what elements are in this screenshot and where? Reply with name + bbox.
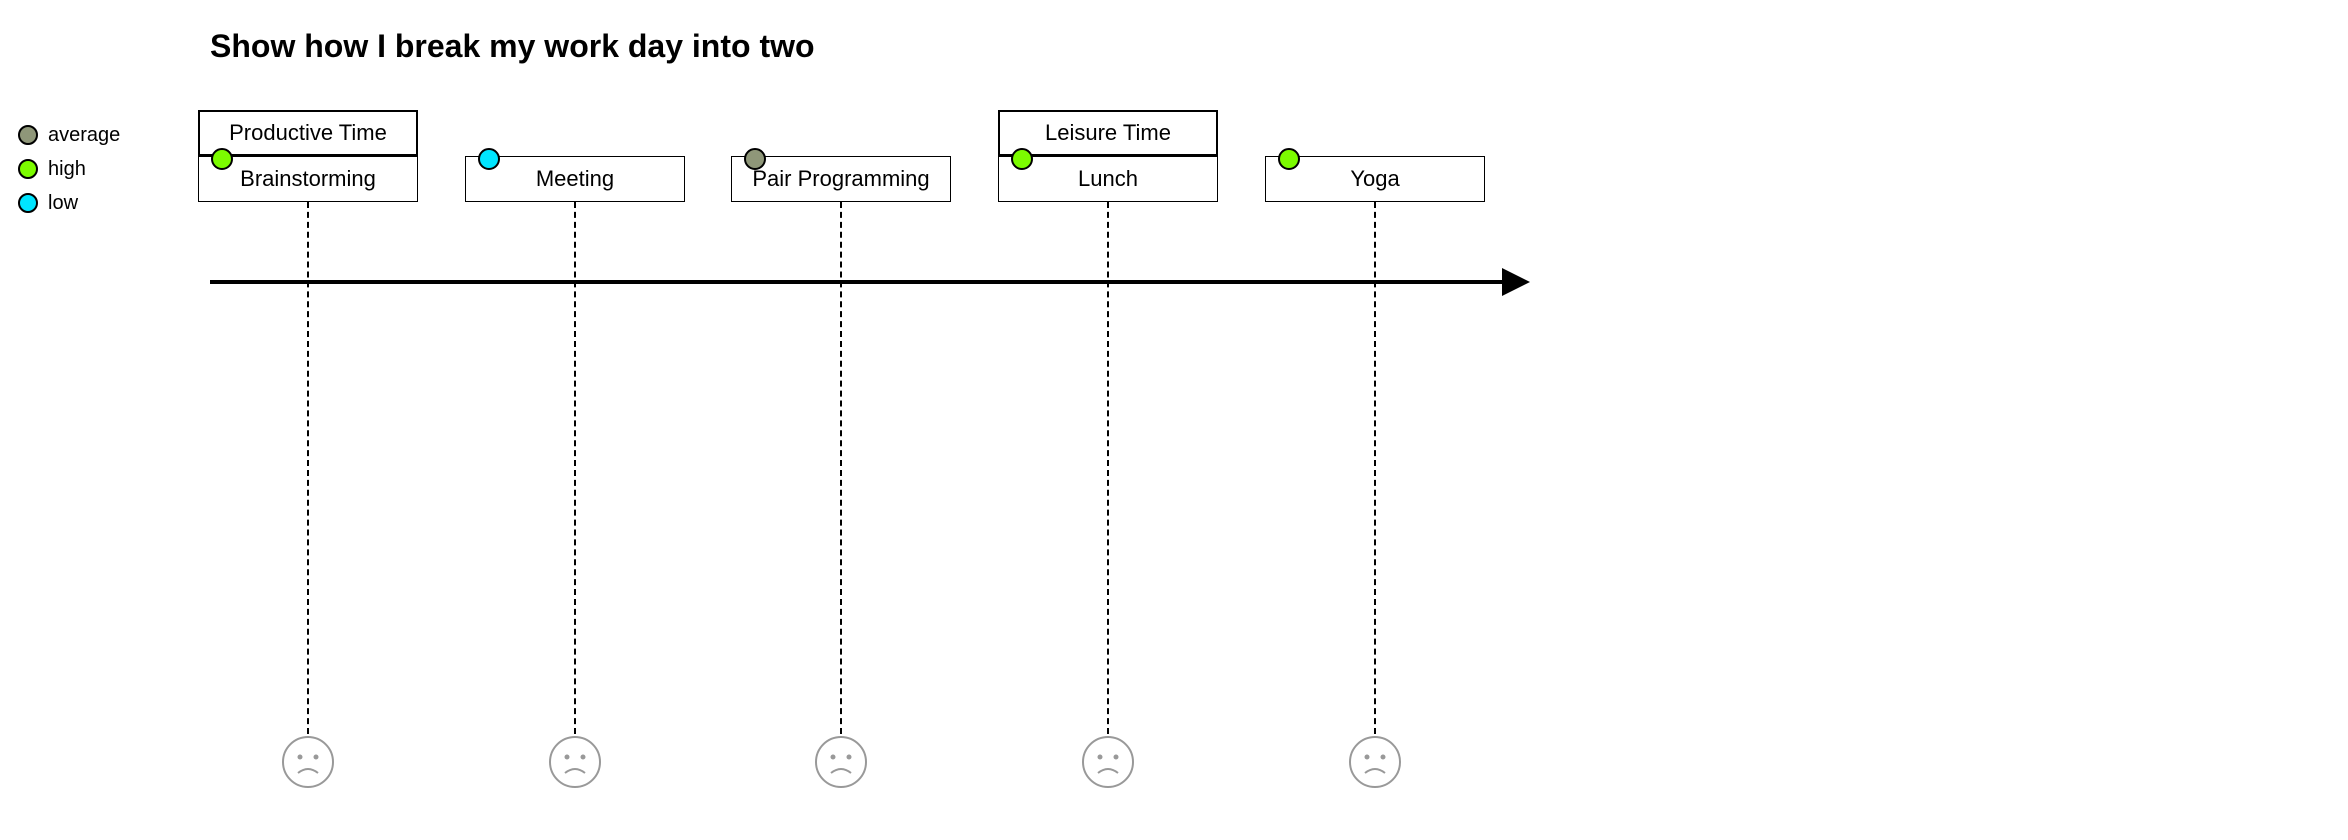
score-dot-icon [1011, 148, 1033, 170]
sad-face-icon [548, 735, 602, 789]
sad-face-icon [1348, 735, 1402, 789]
score-dot-icon [1278, 148, 1300, 170]
task-label: Lunch [1078, 166, 1138, 192]
legend-item-average: average [18, 118, 120, 152]
timeline-axis [210, 280, 1506, 284]
task-label: Yoga [1350, 166, 1399, 192]
section-label: Leisure Time [1045, 120, 1171, 146]
legend-dot-icon [18, 193, 38, 213]
legend-label: average [48, 124, 120, 147]
legend-item-high: high [18, 152, 120, 186]
legend-dot-icon [18, 125, 38, 145]
sad-face-icon [1081, 735, 1135, 789]
diagram-title: Show how I break my work day into two [210, 28, 815, 65]
sad-face-icon [814, 735, 868, 789]
legend-label: low [48, 192, 78, 215]
legend-label: high [48, 158, 86, 181]
score-dot-icon [744, 148, 766, 170]
legend: average high low [18, 118, 120, 220]
arrow-right-icon [1502, 268, 1530, 296]
score-dot-icon [211, 148, 233, 170]
score-dot-icon [478, 148, 500, 170]
legend-item-low: low [18, 186, 120, 220]
task-label: Brainstorming [240, 166, 376, 192]
task-label: Meeting [536, 166, 614, 192]
section-leisure-time: Leisure Time [998, 110, 1218, 156]
task-label: Pair Programming [752, 166, 929, 192]
legend-dot-icon [18, 159, 38, 179]
section-label: Productive Time [229, 120, 387, 146]
sad-face-icon [281, 735, 335, 789]
section-productive-time: Productive Time [198, 110, 418, 156]
